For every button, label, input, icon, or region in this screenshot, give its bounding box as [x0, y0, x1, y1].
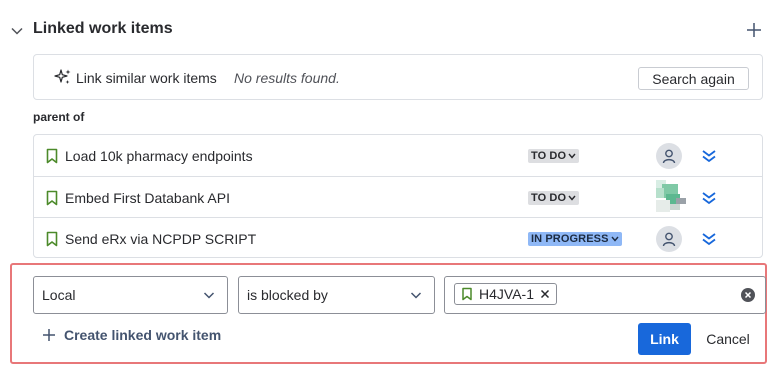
story-bookmark-icon	[45, 148, 59, 164]
chevron-down-icon	[568, 195, 576, 201]
search-again-button[interactable]: Search again	[638, 67, 749, 90]
similar-items-status: No results found.	[234, 70, 340, 86]
sparkle-icon	[54, 68, 72, 86]
assignee-avatar[interactable]	[656, 226, 682, 252]
section-title: Linked work items	[33, 20, 173, 37]
story-bookmark-icon	[462, 287, 472, 301]
link-group-label: parent of	[33, 110, 85, 124]
plus-icon	[747, 23, 761, 37]
linked-item-summary[interactable]: Load 10k pharmacy endpoints	[65, 148, 253, 164]
assignee-avatar[interactable]	[656, 143, 682, 169]
story-bookmark-icon	[45, 190, 59, 206]
scope-select[interactable]: Local	[33, 276, 228, 314]
scope-value: Local	[42, 287, 76, 303]
linked-item-row[interactable]: Embed First Databank API TO DO	[34, 176, 762, 217]
work-item-picker[interactable]: H4JVA-1	[444, 276, 766, 314]
double-chevron-down-icon	[702, 192, 716, 205]
chevron-down-icon	[203, 292, 215, 299]
plus-icon	[43, 329, 55, 341]
status-label: IN PROGRESS	[531, 233, 609, 245]
link-button[interactable]: Link	[638, 323, 691, 355]
clear-icon	[744, 291, 752, 299]
chevron-down-icon	[410, 292, 422, 299]
user-icon	[656, 226, 682, 252]
linked-items-list: Load 10k pharmacy endpoints TO DO Embed …	[33, 134, 763, 258]
remove-tag-icon[interactable]	[540, 289, 550, 299]
chevron-down-icon	[610, 236, 619, 242]
priority-lowest-button[interactable]	[699, 147, 719, 165]
linked-item-row[interactable]: Load 10k pharmacy endpoints TO DO	[34, 135, 762, 176]
collapse-section-button[interactable]	[10, 24, 24, 38]
status-lozenge[interactable]: IN PROGRESS	[528, 232, 622, 246]
status-lozenge[interactable]: TO DO	[528, 191, 580, 205]
linked-item-row[interactable]: Send eRx via NCPDP SCRIPT IN PROGRESS	[34, 217, 762, 257]
user-icon	[656, 143, 682, 169]
link-type-value: is blocked by	[247, 287, 328, 303]
create-linked-work-item-button[interactable]: Create linked work item	[42, 327, 221, 343]
double-chevron-down-icon	[702, 233, 716, 246]
chevron-down-icon	[568, 153, 576, 159]
avatar-image	[656, 180, 686, 212]
linked-item-summary[interactable]: Send eRx via NCPDP SCRIPT	[65, 231, 256, 247]
priority-lowest-button[interactable]	[699, 230, 719, 248]
clear-selection-button[interactable]	[741, 288, 755, 302]
link-type-select[interactable]: is blocked by	[238, 276, 435, 314]
cancel-button[interactable]: Cancel	[700, 323, 756, 355]
link-work-item-form: Local is blocked by H4JVA-1 Create linke…	[10, 263, 767, 364]
priority-lowest-button[interactable]	[699, 189, 719, 207]
add-link-button[interactable]	[744, 20, 764, 40]
create-linked-work-item-label: Create linked work item	[64, 327, 222, 343]
chevron-down-icon	[11, 27, 23, 35]
double-chevron-down-icon	[702, 150, 716, 163]
selected-work-item-tag: H4JVA-1	[454, 283, 557, 305]
status-lozenge[interactable]: TO DO	[528, 149, 580, 163]
similar-items-label: Link similar work items	[76, 70, 217, 86]
similar-items-panel: Link similar work items No results found…	[33, 54, 763, 100]
linked-item-summary[interactable]: Embed First Databank API	[65, 190, 230, 206]
assignee-avatar[interactable]	[656, 180, 688, 212]
status-label: TO DO	[531, 150, 567, 162]
selected-work-item-key: H4JVA-1	[479, 286, 534, 302]
status-label: TO DO	[531, 192, 567, 204]
story-bookmark-icon	[45, 231, 59, 247]
